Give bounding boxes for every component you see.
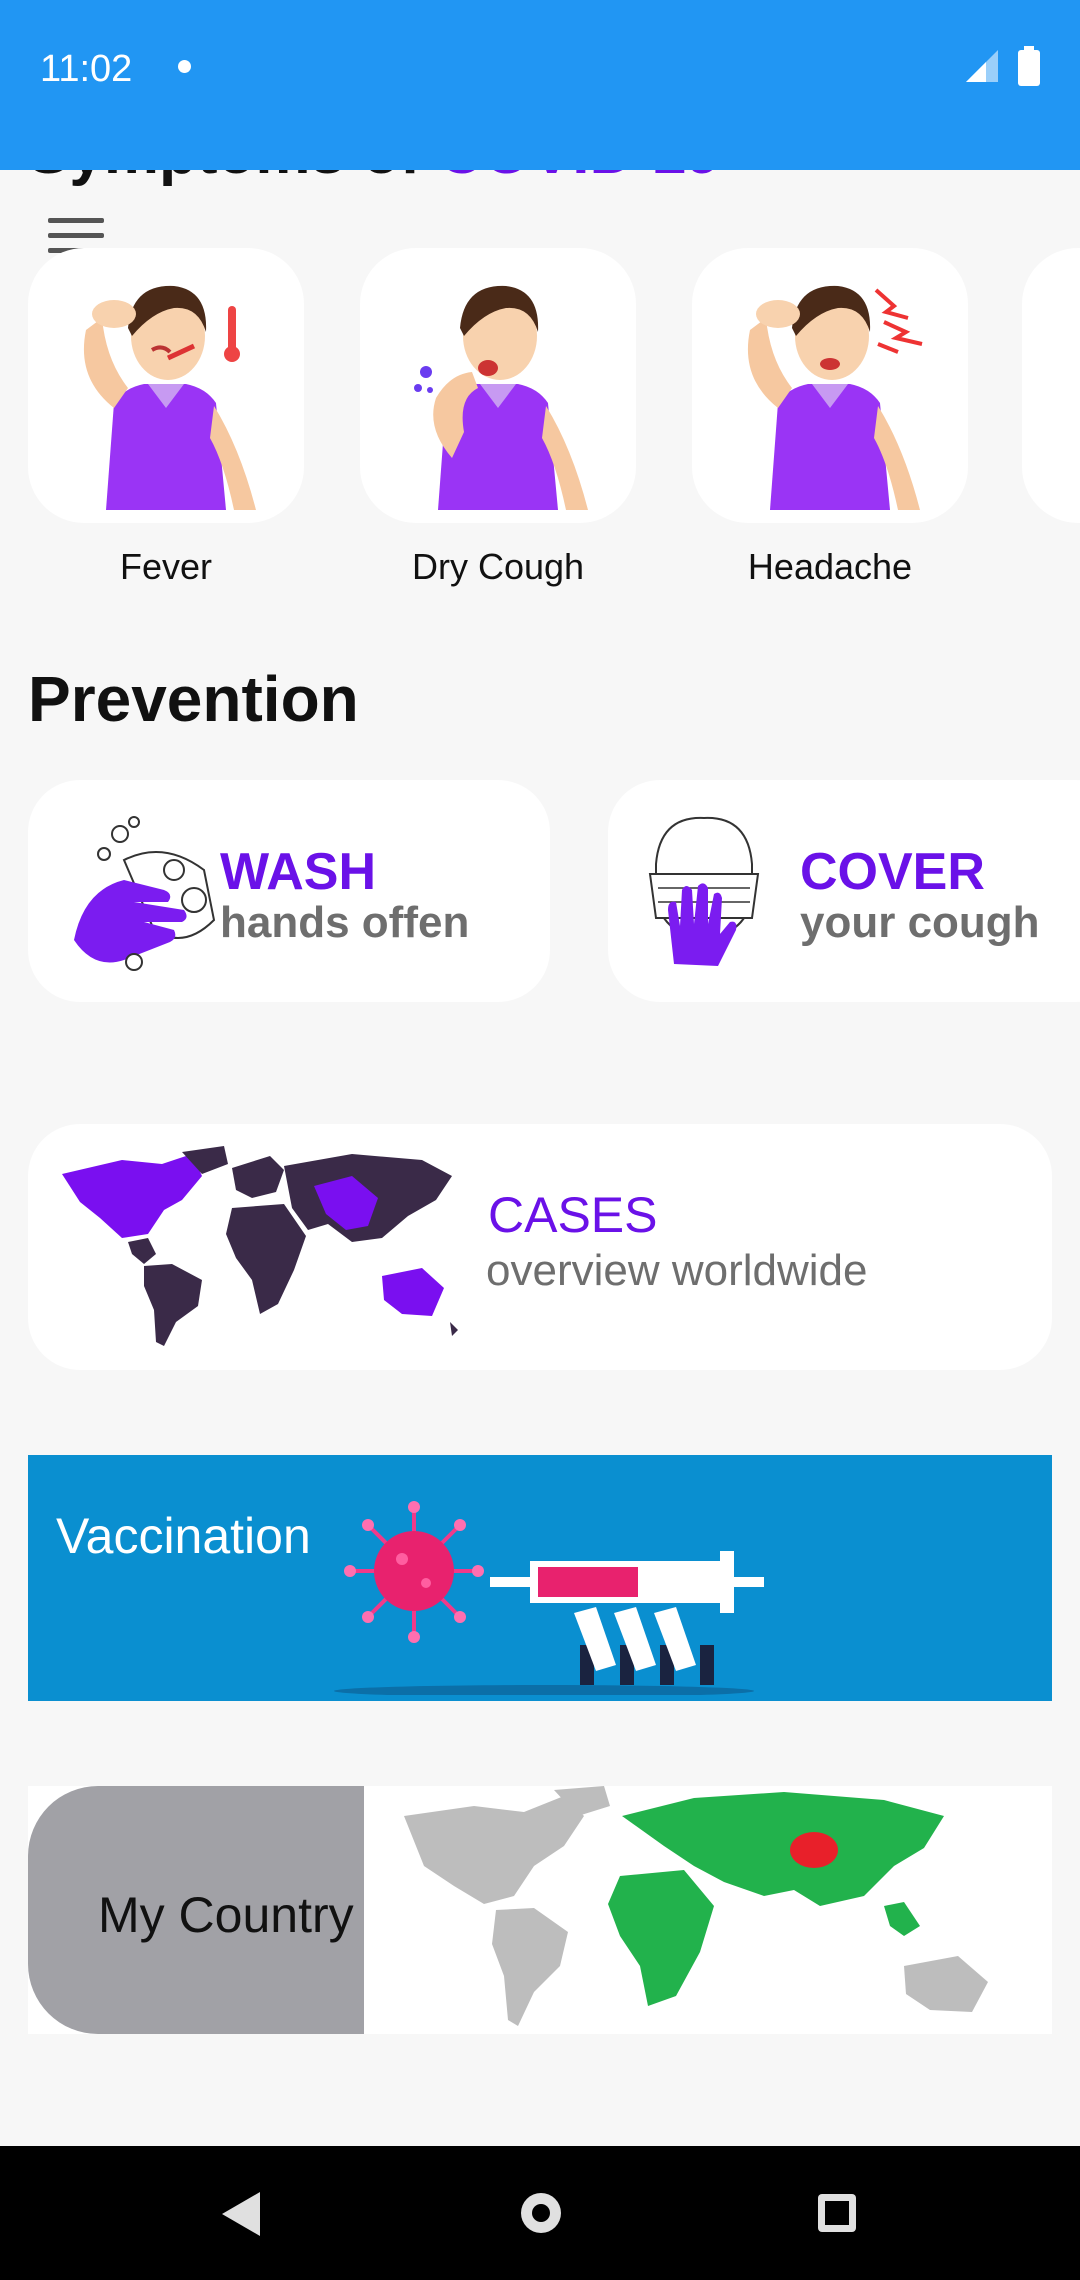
system-navigation-bar: [0, 2146, 1080, 2280]
battery-icon: [1018, 46, 1040, 86]
recents-icon[interactable]: [816, 2192, 858, 2234]
back-icon[interactable]: [218, 2190, 264, 2238]
wash-title: WASH: [220, 843, 376, 901]
my-country-card[interactable]: My Country: [28, 1786, 1052, 2034]
vaccination-title: Vaccination: [56, 1508, 311, 1564]
cases-card[interactable]: CASES overview worldwide: [28, 1124, 1052, 1370]
my-country-panel: My Country: [28, 1786, 364, 2034]
vaccine-virus-illustration-icon: [334, 1501, 764, 1695]
prevention-title: Prevention: [28, 663, 359, 735]
headache-person-icon: [747, 285, 923, 510]
wash-subtitle: hands offen: [220, 898, 470, 947]
prevention-card-wash[interactable]: WASH hands offen: [28, 780, 550, 1002]
cough-person-icon: [414, 285, 588, 510]
prevention-card-cover[interactable]: COVER your cough: [608, 780, 1080, 1002]
fever-person-icon: [83, 285, 256, 510]
symptoms-carousel[interactable]: Fever Dry Cough Headache: [0, 248, 1080, 598]
cases-title: CASES: [488, 1187, 658, 1243]
symptom-card-next[interactable]: [1022, 248, 1080, 523]
home-icon[interactable]: [518, 2190, 564, 2236]
cover-subtitle: your cough: [800, 898, 1040, 947]
country-map-icon: [404, 1786, 988, 2026]
my-country-title: My Country: [98, 1887, 354, 1943]
hand-wash-icon: [74, 816, 216, 971]
notification-dot-icon: [178, 60, 191, 73]
symptom-label-headache: Headache: [747, 546, 913, 587]
cover-title: COVER: [800, 843, 985, 901]
status-bar: 11:02: [0, 0, 1080, 170]
face-mask-icon: [648, 816, 760, 966]
symptom-card-dry-cough[interactable]: [360, 248, 636, 523]
vaccination-card[interactable]: Vaccination: [28, 1455, 1052, 1701]
status-time: 11:02: [40, 48, 133, 90]
symptom-card-headache[interactable]: [692, 248, 968, 523]
cases-subtitle: overview worldwide: [486, 1246, 868, 1295]
signal-icon: [966, 50, 998, 82]
symptom-label-fever: Fever: [119, 546, 213, 587]
world-map-icon: [62, 1146, 458, 1346]
symptom-card-fever[interactable]: [28, 248, 304, 523]
symptom-label-dry-cough: Dry Cough: [411, 546, 585, 587]
